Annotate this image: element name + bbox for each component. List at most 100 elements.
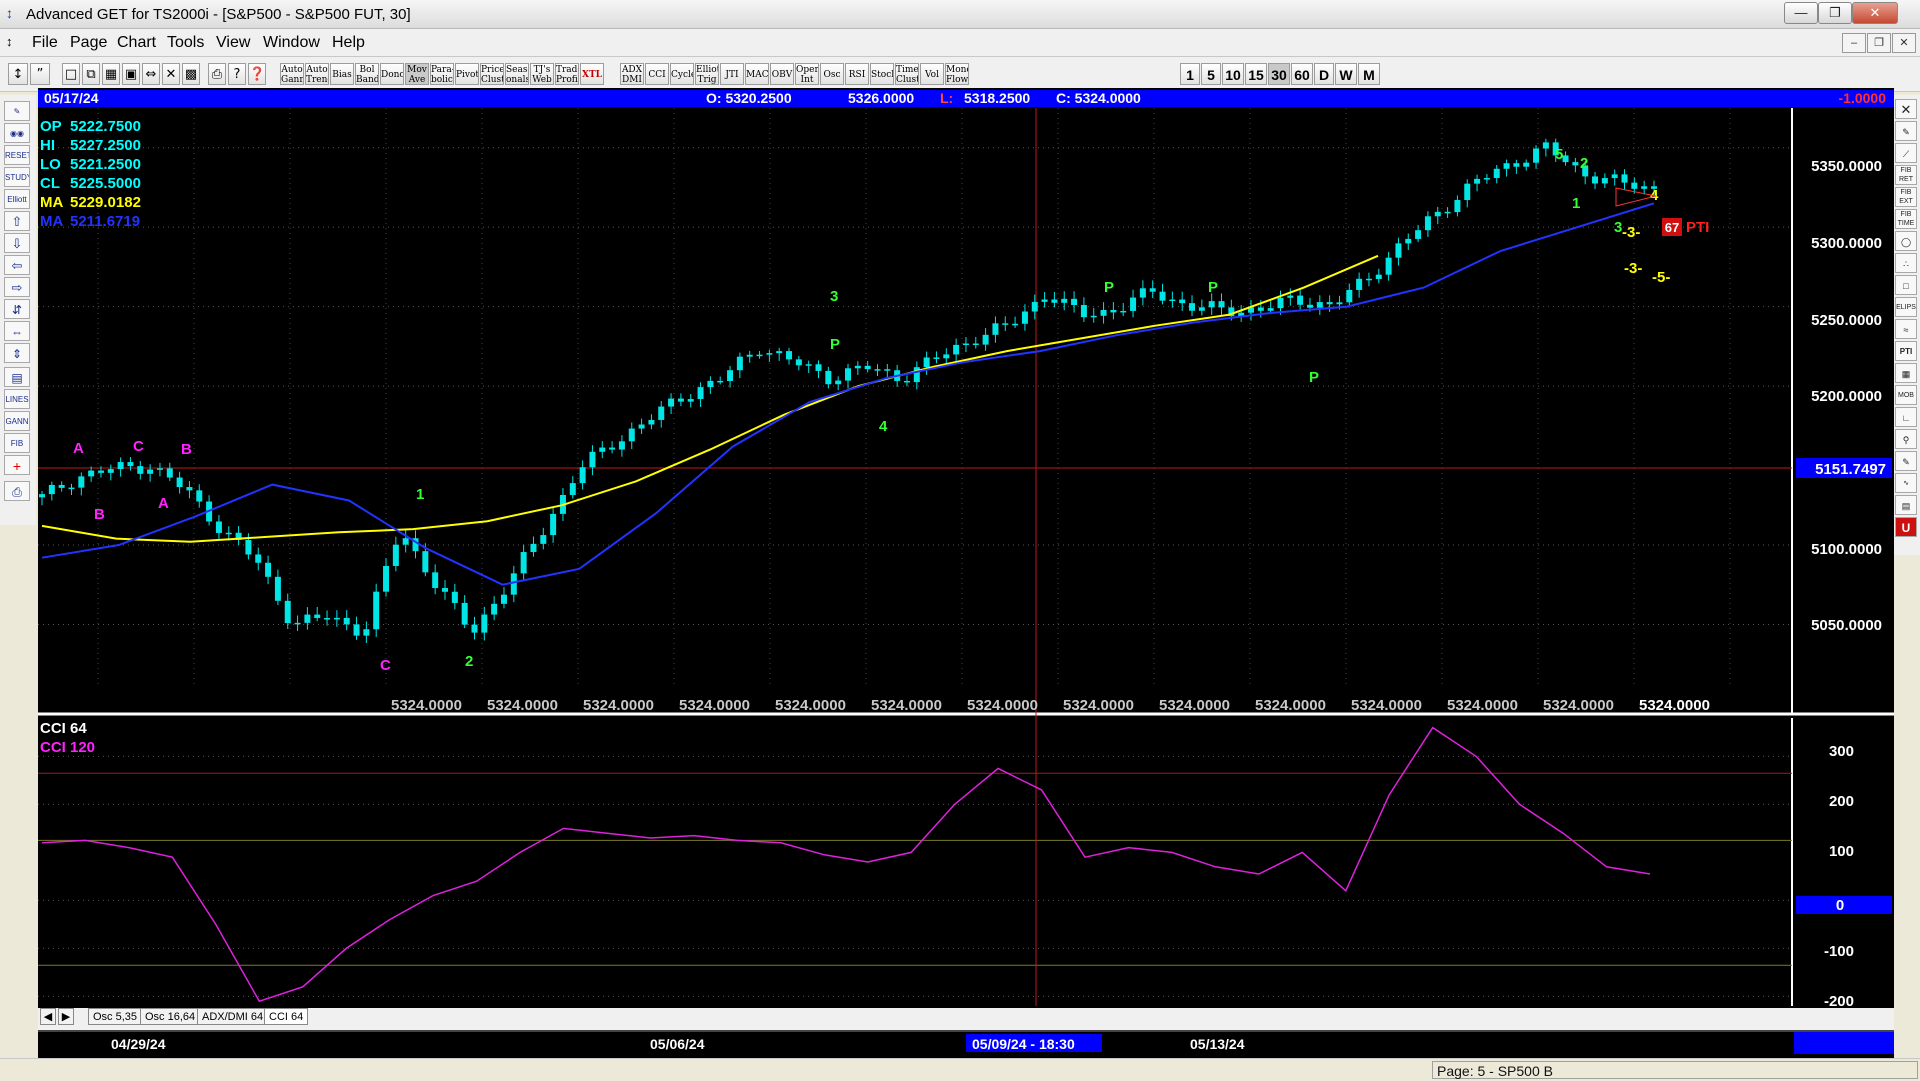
tb-price-clust[interactable]: Price Clust (480, 63, 504, 85)
expand-horizontal-icon[interactable]: ⇔ (4, 321, 30, 341)
grid-tool-icon[interactable]: ▦ (1895, 363, 1917, 383)
crosshair-icon[interactable]: + (4, 455, 30, 475)
tb-osc[interactable]: Osc (820, 63, 844, 85)
tab-scroll-left-icon[interactable]: ◀ (40, 1008, 56, 1025)
tb-jti[interactable]: JTI (720, 63, 744, 85)
tb-xtl[interactable]: XTL (580, 63, 604, 85)
trendline-icon[interactable]: ⟋ (1895, 143, 1917, 163)
print-chart-icon[interactable]: ⎙ (4, 481, 30, 501)
mdi-close-button[interactable]: ✕ (1892, 33, 1916, 53)
tb-bias[interactable]: Bias (330, 63, 354, 85)
expand-vertical-icon[interactable]: ⇕ (4, 343, 30, 363)
tab-cci-64[interactable]: CCI 64 (264, 1008, 309, 1025)
arrow-left-icon[interactable]: ⇦ (4, 255, 30, 275)
box-icon[interactable]: □ (1895, 275, 1917, 295)
interval-60[interactable]: 60 (1291, 63, 1313, 85)
save-icon[interactable]: ▣ (122, 63, 140, 85)
interval-10[interactable]: 10 (1222, 63, 1244, 85)
close-tool-icon[interactable]: ✕ (1895, 99, 1917, 119)
cycles-tool-icon[interactable]: ∿ (1895, 473, 1917, 493)
fib-ext-icon[interactable]: FIB EXT (1895, 187, 1917, 207)
delete-icon[interactable]: ✕ (162, 63, 180, 85)
fib-ret-icon[interactable]: FIB RET (1895, 165, 1917, 185)
ellipse-icon[interactable]: ELIPS (1895, 297, 1917, 317)
tab-osc-5-35[interactable]: Osc 5,35 (88, 1008, 143, 1025)
menu-window[interactable]: Window (263, 34, 320, 52)
tb-tjs-web[interactable]: TJ's Web (530, 63, 554, 85)
maximize-button[interactable]: ❐ (1818, 2, 1852, 24)
tb-rsi[interactable]: RSI (845, 63, 869, 85)
close-button[interactable]: ✕ (1852, 2, 1898, 24)
compress-icon[interactable]: ⇵ (4, 299, 30, 319)
lines-icon[interactable]: ▤ (4, 367, 30, 387)
tb-auto-gann[interactable]: Auto Gann (280, 63, 304, 85)
spiral-icon[interactable]: ◯ (1895, 231, 1917, 251)
elliott-icon[interactable]: Elliott (4, 189, 30, 209)
channel-icon[interactable]: ≈ (1895, 319, 1917, 339)
minimize-button[interactable]: — (1784, 2, 1818, 24)
mdi-restore-button[interactable]: ❐ (1867, 33, 1891, 53)
tb-vol[interactable]: Vol (920, 63, 944, 85)
interval-15[interactable]: 15 (1245, 63, 1267, 85)
interval-30[interactable]: 30 (1268, 63, 1290, 85)
fib-time-icon[interactable]: FIB TIME (1895, 209, 1917, 229)
menu-page[interactable]: Page (70, 34, 107, 52)
pointer-icon[interactable]: ↕ (8, 63, 28, 85)
tab-osc-16-64[interactable]: Osc 16,64 (140, 1008, 201, 1025)
menu-tools[interactable]: Tools (167, 34, 204, 52)
tb-open-int[interactable]: Open Int (795, 63, 819, 85)
interval-1[interactable]: 1 (1180, 63, 1200, 85)
menu-file[interactable]: File (32, 34, 58, 52)
tb-parabolic[interactable]: Para- bolic (430, 63, 454, 85)
tb-pivot[interactable]: Pivot (455, 63, 479, 85)
study-icon[interactable]: STUDY (4, 167, 30, 187)
tb-obv[interactable]: OBV (770, 63, 794, 85)
zoom-icon[interactable]: ⚲ (1895, 429, 1917, 449)
lines-tool[interactable]: LINES (4, 389, 30, 409)
link-icon[interactable]: ⇔ (142, 63, 160, 85)
reset-icon[interactable]: RESET (4, 145, 30, 165)
help-icon[interactable]: ? (228, 63, 246, 85)
gann-tool[interactable]: GANN (4, 411, 30, 431)
tb-elliott-trig[interactable]: Elliott Trig (695, 63, 719, 85)
arrow-right-icon[interactable]: ⇨ (4, 277, 30, 297)
tb-bol-band[interactable]: Bol Band (355, 63, 379, 85)
highlight-icon[interactable]: ✎ (1895, 451, 1917, 471)
interval-d[interactable]: D (1314, 63, 1334, 85)
notes-icon[interactable]: ✎ (4, 101, 30, 121)
tb-cci[interactable]: CCI (645, 63, 669, 85)
doc-icon[interactable]: ↕ (6, 34, 13, 49)
open-icon[interactable]: ▦ (102, 63, 120, 85)
print-icon[interactable]: ⎙ (208, 63, 226, 85)
table-icon[interactable]: ▤ (1895, 495, 1917, 515)
interval-m[interactable]: M (1358, 63, 1380, 85)
tab-adx-dmi-64[interactable]: ADX/DMI 64 (197, 1008, 269, 1025)
andrews-icon[interactable]: ∟ (1895, 407, 1917, 427)
tb-adx-dmi[interactable]: ADX DMI (620, 63, 644, 85)
arrow-up-icon[interactable]: ⇧ (4, 211, 30, 231)
tb-donch[interactable]: Donch (380, 63, 404, 85)
menu-chart[interactable]: Chart (117, 34, 156, 52)
arrow-down-icon[interactable]: ⇩ (4, 233, 30, 253)
mob-icon[interactable]: MOB (1895, 385, 1917, 405)
binoculars-icon[interactable]: ◉◉ (4, 123, 30, 143)
tb-cycles[interactable]: Cycles (670, 63, 694, 85)
grid-icon[interactable]: ▩ (182, 63, 200, 85)
menu-help[interactable]: Help (332, 34, 365, 52)
pti-icon[interactable]: PTI (1895, 341, 1917, 361)
tb-auto-trend[interactable]: Auto Trend (305, 63, 329, 85)
tb-mov-ave[interactable]: Mov Ave (405, 63, 429, 85)
tb-stoch[interactable]: Stoch (870, 63, 894, 85)
undo-icon[interactable]: U (1895, 517, 1917, 537)
tb-macd[interactable]: MACD (745, 63, 769, 85)
interval-w[interactable]: W (1335, 63, 1357, 85)
tb-time-clust[interactable]: Time Clust (895, 63, 919, 85)
tab-scroll-right-icon[interactable]: ▶ (58, 1008, 74, 1025)
interval-5[interactable]: 5 (1201, 63, 1221, 85)
new-page-icon[interactable]: □ (62, 63, 80, 85)
mdi-minimize-button[interactable]: – (1842, 33, 1866, 53)
tb-trade-profile[interactable]: Trade Profile (555, 63, 579, 85)
fan-icon[interactable]: ∴ (1895, 253, 1917, 273)
quote-icon[interactable]: ” (30, 63, 50, 85)
pencil-icon[interactable]: ✎ (1895, 121, 1917, 141)
